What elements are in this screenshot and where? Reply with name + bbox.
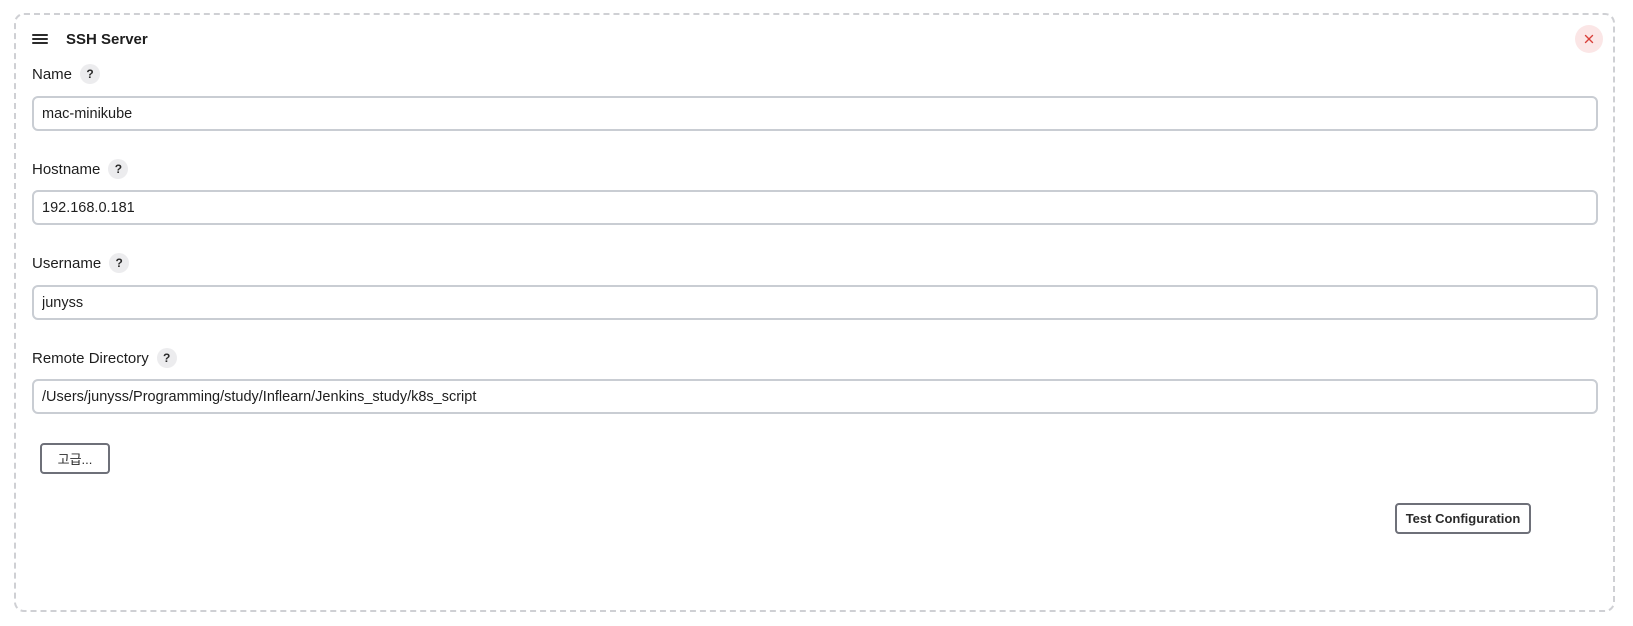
help-icon[interactable]: ? [108,159,129,179]
hamburger-menu-icon[interactable] [32,32,48,46]
advanced-button[interactable]: 고급... [40,443,110,474]
field-username-label-row: Username ? [32,252,1598,274]
field-hostname-label-row: Hostname ? [32,158,1598,180]
test-configuration-button[interactable]: Test Configuration [1395,503,1531,534]
field-username-label: Username [32,254,102,272]
help-icon[interactable]: ? [156,348,177,368]
field-name-label: Name [32,65,73,83]
close-button[interactable] [1575,25,1603,53]
username-input[interactable] [32,285,1598,320]
field-hostname: Hostname ? [32,158,1598,180]
field-remote-directory: Remote Directory ? [32,347,1598,369]
ssh-server-card: SSH Server Name ? Hostname ? Username ? … [14,13,1615,612]
close-x-icon [1584,34,1594,44]
card-header: SSH Server [32,29,148,49]
help-icon[interactable]: ? [109,253,130,273]
field-hostname-label: Hostname [32,160,101,178]
field-name: Name ? [32,63,1598,85]
field-name-label-row: Name ? [32,63,1598,85]
field-username: Username ? [32,252,1598,274]
field-remote-directory-label-row: Remote Directory ? [32,347,1598,369]
hostname-input[interactable] [32,190,1598,225]
help-icon[interactable]: ? [80,64,101,84]
field-remote-directory-label: Remote Directory [32,349,149,367]
remote-directory-input[interactable] [32,379,1598,414]
name-input[interactable] [32,96,1598,131]
card-title: SSH Server [66,30,148,48]
